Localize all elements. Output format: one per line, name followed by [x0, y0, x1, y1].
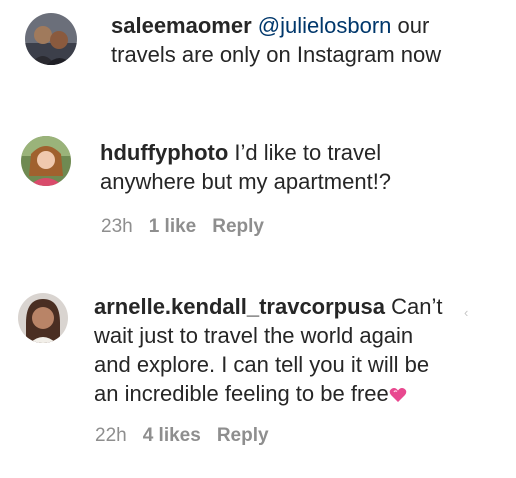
- avatar-image: [21, 136, 71, 186]
- avatar[interactable]: [21, 136, 71, 186]
- comment-body-line: our: [391, 13, 430, 38]
- reply-button[interactable]: Reply: [217, 425, 269, 446]
- comment-body-line: I’d like to travel: [228, 140, 382, 165]
- mention-link[interactable]: @julielosborn: [258, 13, 392, 38]
- comment-text: saleemaomer @julielosborn our travels ar…: [111, 11, 511, 69]
- comment-body-line: wait just to travel the world again: [94, 323, 414, 348]
- avatar[interactable]: [18, 293, 68, 343]
- comment-meta: 22h 4 likes Reply: [95, 425, 285, 447]
- comment-meta: 23h 1 like Reply: [101, 216, 280, 238]
- likes-count-link[interactable]: 1 like: [149, 216, 197, 237]
- avatar-image: [18, 293, 68, 343]
- comment-body-line: an incredible feeling to be free: [94, 381, 389, 406]
- comment-body-line: anywhere but my apartment!?: [100, 169, 392, 194]
- comment-text: hduffyphoto I’d like to travel anywhere …: [100, 138, 480, 196]
- chevron-left-icon[interactable]: ‹: [464, 305, 468, 320]
- comment-timestamp: 22h: [95, 425, 127, 446]
- likes-count-link[interactable]: 4 likes: [143, 425, 201, 446]
- comment-body-line: and explore. I can tell you it will be: [94, 352, 430, 377]
- comment-username[interactable]: hduffyphoto: [100, 140, 228, 165]
- comment-text: arnelle.kendall_travcorpusa Can’t wait j…: [94, 292, 494, 408]
- comment-body-line: Can’t: [385, 294, 443, 319]
- heart-icon: [389, 381, 407, 402]
- comment-username[interactable]: saleemaomer: [111, 13, 252, 38]
- avatar-image: [25, 13, 77, 65]
- comment-username[interactable]: arnelle.kendall_travcorpusa: [94, 294, 385, 319]
- reply-button[interactable]: Reply: [212, 216, 264, 237]
- comment-body-line: travels are only on Instagram now: [111, 42, 442, 67]
- comment-timestamp: 23h: [101, 216, 133, 237]
- avatar[interactable]: [25, 13, 77, 65]
